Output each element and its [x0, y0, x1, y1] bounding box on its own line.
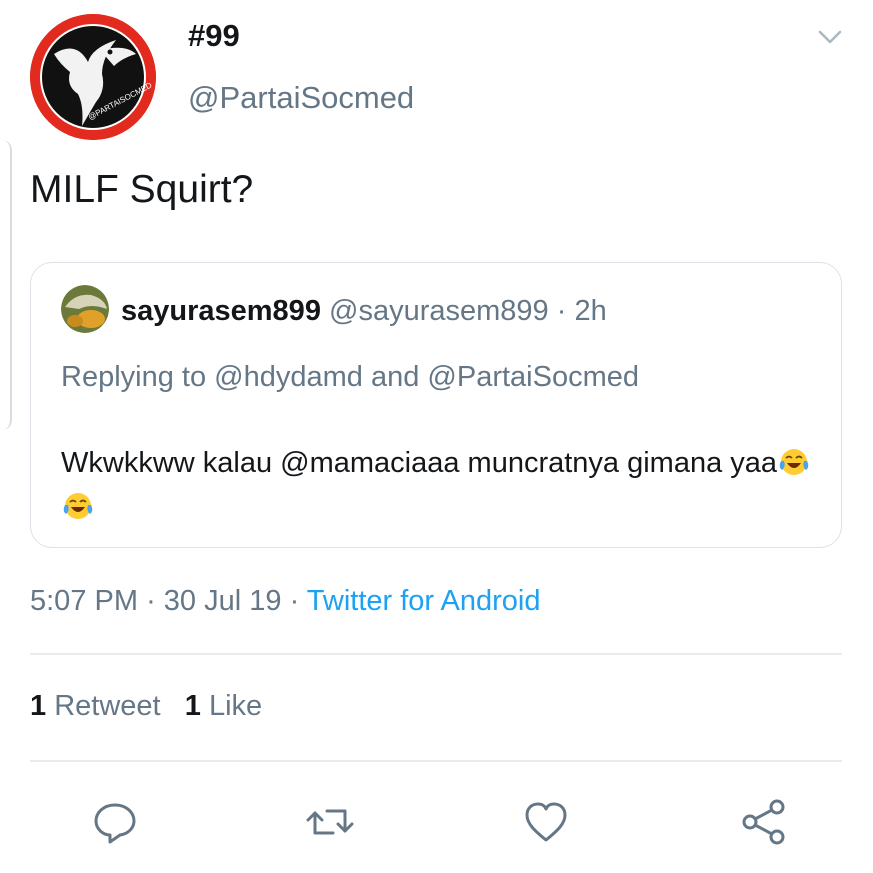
- replying-to: Replying to @hdydamd and @PartaiSocmed: [61, 361, 639, 394]
- display-name[interactable]: #99: [188, 18, 240, 54]
- quoted-text-content: Wkwkkww kalau @mamaciaaa muncratnya gima…: [61, 447, 778, 479]
- retweet-label: Retweet: [54, 690, 161, 722]
- replying-prefix: Replying to: [61, 361, 207, 393]
- quoted-avatar[interactable]: [61, 285, 109, 333]
- source-separator: ·: [289, 585, 300, 617]
- bird-logo-icon: @PARTAISOCMED: [30, 14, 156, 140]
- chevron-down-icon[interactable]: [812, 24, 848, 50]
- replying-and: and: [370, 361, 420, 393]
- quoted-handle[interactable]: @sayurasem899: [329, 295, 549, 327]
- like-icon[interactable]: [519, 795, 573, 849]
- tears-of-joy-icon: [779, 446, 809, 476]
- screen-edge: [0, 140, 12, 430]
- divider: [30, 653, 842, 655]
- timestamp-separator: ·: [146, 585, 156, 617]
- engagement-stats: 1 Retweet 1 Like: [30, 690, 262, 723]
- profile-avatar[interactable]: @PARTAISOCMED: [30, 14, 156, 140]
- like-count: 1: [184, 690, 201, 722]
- retweet-stat[interactable]: 1 Retweet: [30, 690, 161, 722]
- share-icon[interactable]: [737, 795, 791, 849]
- replying-user-partaisocmed[interactable]: @PartaiSocmed: [427, 361, 639, 393]
- replying-user-hdydamd[interactable]: @hdydamd: [214, 361, 363, 393]
- tweet-source-link[interactable]: Twitter for Android: [307, 585, 541, 617]
- quoted-header: sayurasem899 @sayurasem899 · 2h: [121, 295, 607, 328]
- quoted-separator: ·: [556, 295, 567, 327]
- tears-of-joy-icon: [63, 490, 93, 520]
- divider: [30, 760, 842, 762]
- tweet-timestamp: 5:07 PM · 30 Jul 19 · Twitter for Androi…: [30, 585, 541, 618]
- retweet-icon[interactable]: [303, 795, 357, 849]
- tweet-time: 5:07 PM: [30, 585, 138, 617]
- user-handle[interactable]: @PartaiSocmed: [188, 80, 414, 116]
- tweet-date: 30 Jul 19: [163, 585, 282, 617]
- like-stat[interactable]: 1 Like: [185, 690, 262, 722]
- quoted-tweet-card[interactable]: sayurasem899 @sayurasem899 · 2h Replying…: [30, 262, 842, 548]
- quoted-display-name[interactable]: sayurasem899: [121, 295, 321, 327]
- quoted-text: Wkwkkww kalau @mamaciaaa muncratnya gima…: [61, 441, 821, 529]
- like-label: Like: [208, 690, 263, 722]
- quoted-time: 2h: [574, 295, 607, 327]
- reply-icon[interactable]: [88, 795, 142, 849]
- tweet-text: MILF Squirt?: [30, 168, 254, 211]
- retweet-count: 1: [30, 690, 47, 722]
